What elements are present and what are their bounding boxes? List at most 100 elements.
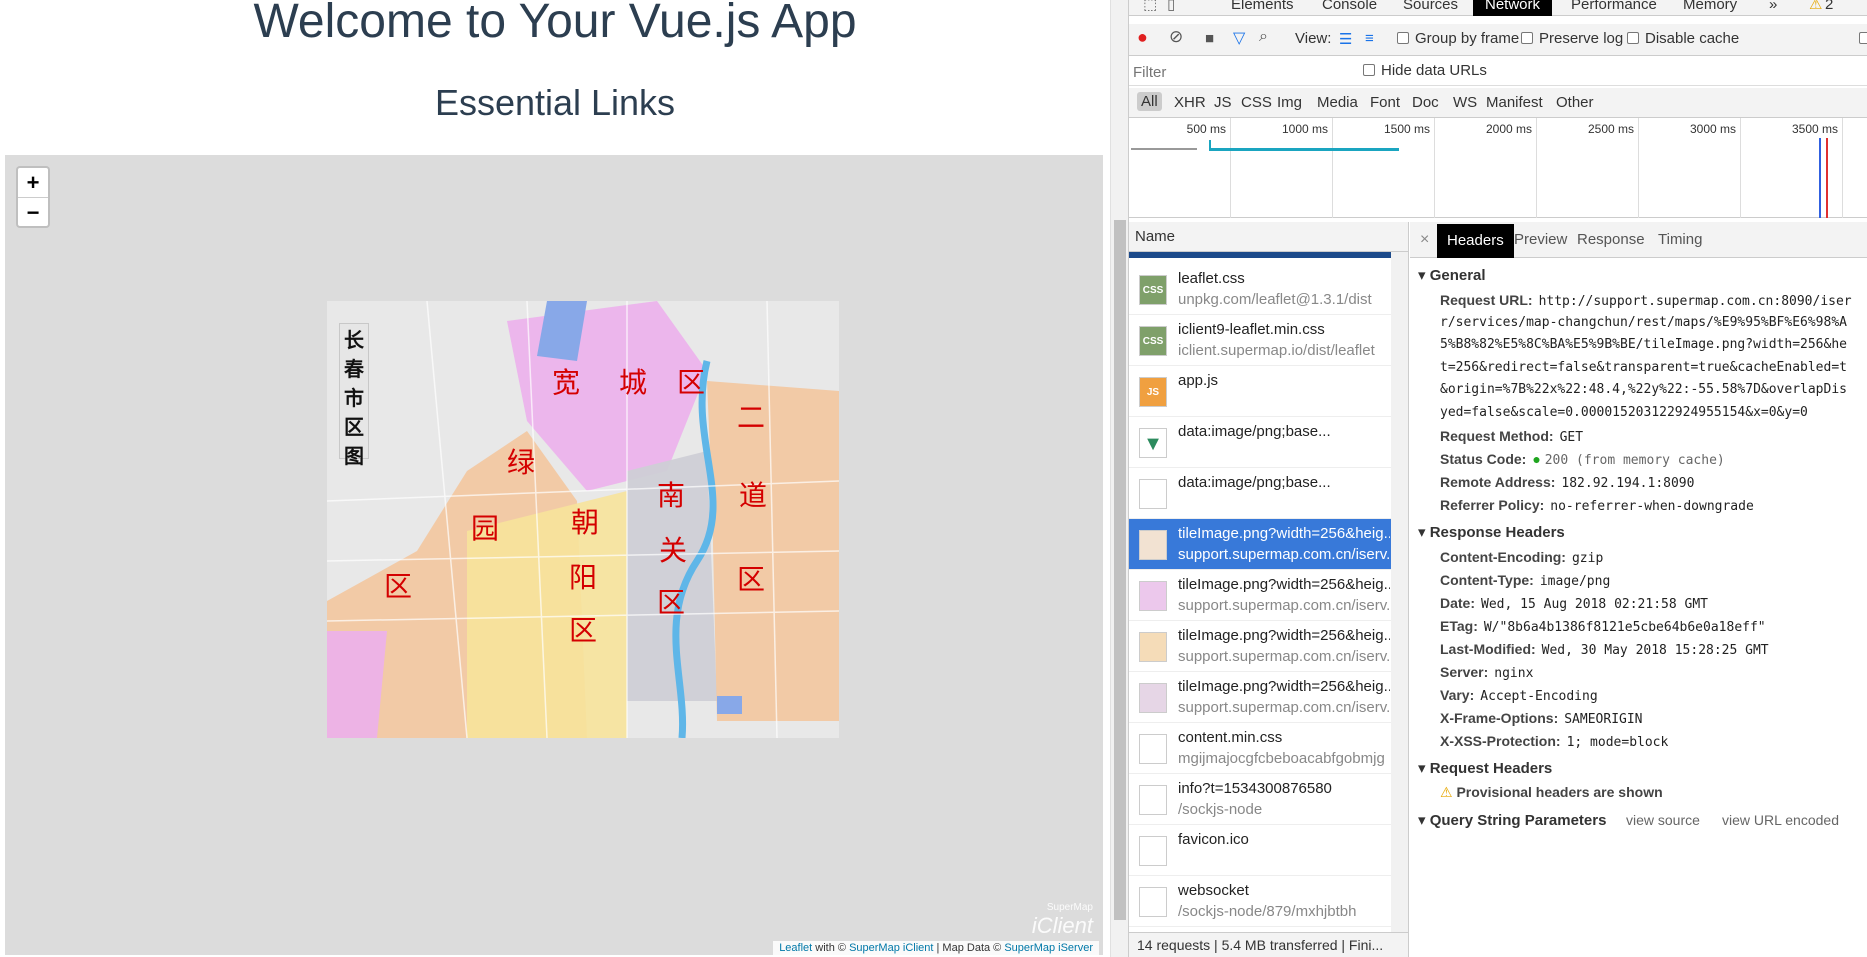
- district-label: 道: [739, 479, 768, 512]
- request-row[interactable]: info?t=1534300876580 /sockjs-node: [1129, 774, 1391, 825]
- preserve-log-toggle[interactable]: Preserve log: [1521, 30, 1623, 47]
- district-label: 关: [659, 534, 688, 567]
- checkbox[interactable]: [1363, 64, 1375, 76]
- referrer-policy-label: Referrer Policy:: [1440, 497, 1545, 513]
- zoom-out-button[interactable]: −: [18, 197, 48, 226]
- type-js[interactable]: JS: [1214, 94, 1232, 111]
- checkbox[interactable]: [1627, 32, 1639, 44]
- type-xhr[interactable]: XHR: [1174, 94, 1206, 111]
- general-section-toggle[interactable]: ▾ General: [1418, 266, 1486, 284]
- view-url-encoded-link[interactable]: view URL encoded: [1722, 812, 1839, 828]
- iserver-link[interactable]: SuperMap iServer: [1004, 942, 1093, 954]
- type-ws[interactable]: WS: [1453, 94, 1477, 111]
- request-path: support.supermap.com.cn/iserv...: [1178, 597, 1390, 614]
- tab-performance[interactable]: Performance: [1571, 0, 1657, 16]
- type-manifest[interactable]: Manifest: [1486, 94, 1543, 111]
- type-font[interactable]: Font: [1370, 94, 1400, 111]
- name-column-header[interactable]: Name: [1129, 222, 1409, 252]
- warning-count[interactable]: 2: [1825, 0, 1833, 16]
- devtools-panel: ⬚ ▯ Elements Console Sources Network Per…: [1128, 0, 1867, 957]
- request-row[interactable]: content.min.css mgijmajocgfcbeboacabfgob…: [1129, 723, 1391, 774]
- screenshot-icon[interactable]: ■: [1205, 30, 1214, 47]
- warning-icon: ⚠: [1440, 784, 1457, 800]
- timeline-tick-label: 2000 ms: [1485, 122, 1532, 136]
- close-detail-icon[interactable]: ×: [1420, 231, 1429, 249]
- request-row[interactable]: tileImage.png?width=256&heig... support.…: [1129, 621, 1391, 672]
- iclient-link[interactable]: SuperMap iClient: [849, 942, 933, 954]
- tab-headers[interactable]: Headers: [1437, 224, 1514, 258]
- request-list-scrollbar[interactable]: [1391, 252, 1409, 932]
- hide-data-urls-toggle[interactable]: Hide data URLs: [1363, 62, 1487, 79]
- network-status-bar: 14 requests | 5.4 MB transferred | Fini.…: [1129, 932, 1409, 957]
- filter-input[interactable]: [1133, 61, 1353, 83]
- request-row[interactable]: tileImage.png?width=256&heig... support.…: [1129, 570, 1391, 621]
- record-icon[interactable]: ●: [1137, 27, 1148, 48]
- network-overview-timeline[interactable]: 500 ms 1000 ms 1500 ms 2000 ms 2500 ms 3…: [1129, 118, 1867, 218]
- request-row[interactable]: websocket /sockjs-node/879/mxhjbtbh: [1129, 876, 1391, 927]
- header-key: X-XSS-Protection:: [1440, 733, 1561, 749]
- tab-timing[interactable]: Timing: [1658, 231, 1702, 248]
- request-row-selected[interactable]: tileImage.png?width=256&heig... support.…: [1129, 519, 1391, 570]
- tab-console[interactable]: Console: [1322, 0, 1377, 16]
- load-event-marker: [1826, 138, 1828, 218]
- request-row[interactable]: JS app.js: [1129, 366, 1391, 417]
- district-label: 绿: [507, 446, 536, 479]
- clear-icon[interactable]: ⊘: [1169, 27, 1183, 47]
- type-all[interactable]: All: [1137, 92, 1162, 111]
- request-path: support.supermap.com.cn/iserv...: [1178, 648, 1390, 665]
- type-css[interactable]: CSS: [1241, 94, 1272, 111]
- request-row[interactable]: favicon.ico: [1129, 825, 1391, 876]
- disable-cache-toggle[interactable]: Disable cache: [1627, 30, 1739, 47]
- request-row[interactable]: tileImage.png?width=256&heig... support.…: [1129, 672, 1391, 723]
- remote-address-row: Remote Address: 182.92.194.1:8090: [1440, 474, 1694, 491]
- list-selection-remnant: [1129, 252, 1391, 258]
- zoom-in-button[interactable]: +: [18, 168, 48, 197]
- type-other[interactable]: Other: [1556, 94, 1594, 111]
- request-row[interactable]: data:image/png;base...: [1129, 468, 1391, 519]
- waterfall-view-icon[interactable]: ≡: [1365, 30, 1374, 47]
- overflow-checkbox[interactable]: [1859, 30, 1867, 47]
- query-params-section-toggle[interactable]: ▾ Query String Parameters: [1418, 811, 1606, 829]
- request-headers-title: Request Headers: [1429, 760, 1553, 777]
- response-header-row: Last-Modified: Wed, 30 May 2018 15:28:25 …: [1440, 641, 1769, 658]
- view-source-link[interactable]: view source: [1626, 812, 1700, 828]
- request-row[interactable]: ▼ data:image/png;base...: [1129, 417, 1391, 468]
- tab-network[interactable]: Network: [1473, 0, 1553, 16]
- timeline-tick-label: 2500 ms: [1587, 122, 1634, 136]
- page-scrollbar[interactable]: [1110, 0, 1128, 957]
- map-tile: 长 春 市 区 图 宽 城 区 二 道 区 绿 园 区 朝 阳 区 南 关 区: [327, 301, 839, 738]
- group-by-frame-toggle[interactable]: Group by frame: [1397, 30, 1519, 47]
- district-label: 朝: [571, 506, 600, 539]
- tab-elements[interactable]: Elements: [1231, 0, 1294, 16]
- more-tabs-icon[interactable]: »: [1769, 0, 1777, 16]
- type-img[interactable]: Img: [1277, 94, 1302, 111]
- checkbox[interactable]: [1521, 32, 1533, 44]
- filter-icon[interactable]: ▽: [1233, 28, 1245, 48]
- response-header-row: Content-Type: image/png: [1440, 572, 1610, 589]
- request-row[interactable]: CSS iclient9-leaflet.min.css iclient.sup…: [1129, 315, 1391, 366]
- status-code-value: 200 (from memory cache): [1544, 453, 1725, 468]
- type-media[interactable]: Media: [1317, 94, 1358, 111]
- device-toolbar-icon[interactable]: ▯: [1167, 0, 1175, 16]
- tab-response[interactable]: Response: [1577, 231, 1645, 248]
- request-row[interactable]: CSS leaflet.css unpkg.com/leaflet@1.3.1/…: [1129, 264, 1391, 315]
- timeline-bar: [1131, 148, 1197, 150]
- checkbox[interactable]: [1397, 32, 1409, 44]
- tab-sources[interactable]: Sources: [1403, 0, 1458, 16]
- response-headers-section-toggle[interactable]: ▾ Response Headers: [1418, 523, 1565, 541]
- request-name: leaflet.css: [1178, 270, 1245, 287]
- district-label: 宽: [552, 366, 581, 399]
- inspect-icon[interactable]: ⬚: [1143, 0, 1157, 16]
- leaflet-map[interactable]: + − 长 春 市 区 图 宽 城 区 二 道 区 绿 园 区 朝 阳 区 南 …: [5, 155, 1103, 955]
- list-view-icon[interactable]: ☰: [1339, 30, 1352, 48]
- tab-preview[interactable]: Preview: [1514, 231, 1567, 248]
- tab-memory[interactable]: Memory: [1683, 0, 1737, 16]
- warning-icon[interactable]: ⚠: [1809, 0, 1822, 16]
- request-name: info?t=1534300876580: [1178, 780, 1332, 797]
- leaflet-link[interactable]: Leaflet: [779, 942, 812, 954]
- search-icon[interactable]: ⌕: [1259, 28, 1268, 46]
- general-section-title: General: [1429, 267, 1486, 284]
- request-headers-section-toggle[interactable]: ▾ Request Headers: [1418, 759, 1552, 777]
- page-scroll-thumb[interactable]: [1114, 220, 1126, 920]
- type-doc[interactable]: Doc: [1412, 94, 1439, 111]
